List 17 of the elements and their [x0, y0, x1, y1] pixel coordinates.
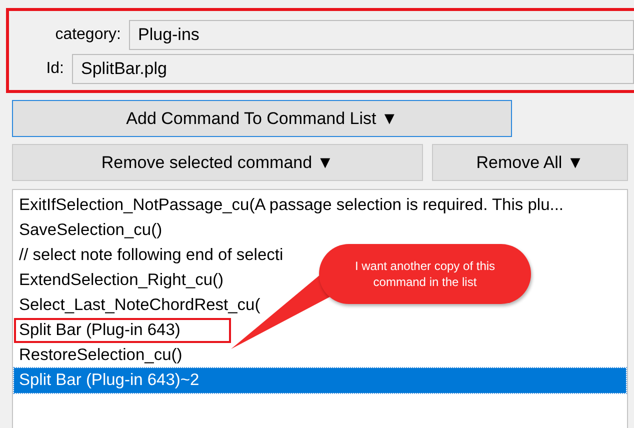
list-item[interactable]: ExtendSelection_Right_cu() — [14, 268, 228, 293]
remove-button[interactable]: Remove All ▼ — [432, 144, 628, 181]
remove-button[interactable]: Remove selected command ▼ — [12, 144, 423, 181]
list-item[interactable]: RestoreSelection_cu() — [14, 343, 186, 368]
list-item[interactable]: Split Bar (Plug-in 643) — [14, 318, 231, 343]
list-item[interactable]: Split Bar (Plug-in 643)~2 — [14, 368, 626, 393]
add-command-button[interactable]: Add Command To Command List ▼ — [12, 100, 512, 137]
callout-bubble: I want another copy of this command in the list — [319, 244, 531, 304]
list-item[interactable]: Select_Last_NoteChordRest_cu( — [14, 293, 264, 318]
field-label: category: — [54, 26, 122, 44]
command-list[interactable] — [12, 189, 628, 428]
text-field[interactable]: SplitBar.plg — [72, 54, 634, 84]
text-field[interactable]: Plug-ins — [129, 20, 634, 50]
field-label: Id: — [45, 60, 65, 78]
list-item[interactable]: ExitIfSelection_NotPassage_cu(A passage selection is required. This plu... — [14, 193, 568, 218]
list-item[interactable]: SaveSelection_cu() — [14, 218, 166, 243]
list-item[interactable]: // select note following end of selecti — [14, 243, 288, 268]
